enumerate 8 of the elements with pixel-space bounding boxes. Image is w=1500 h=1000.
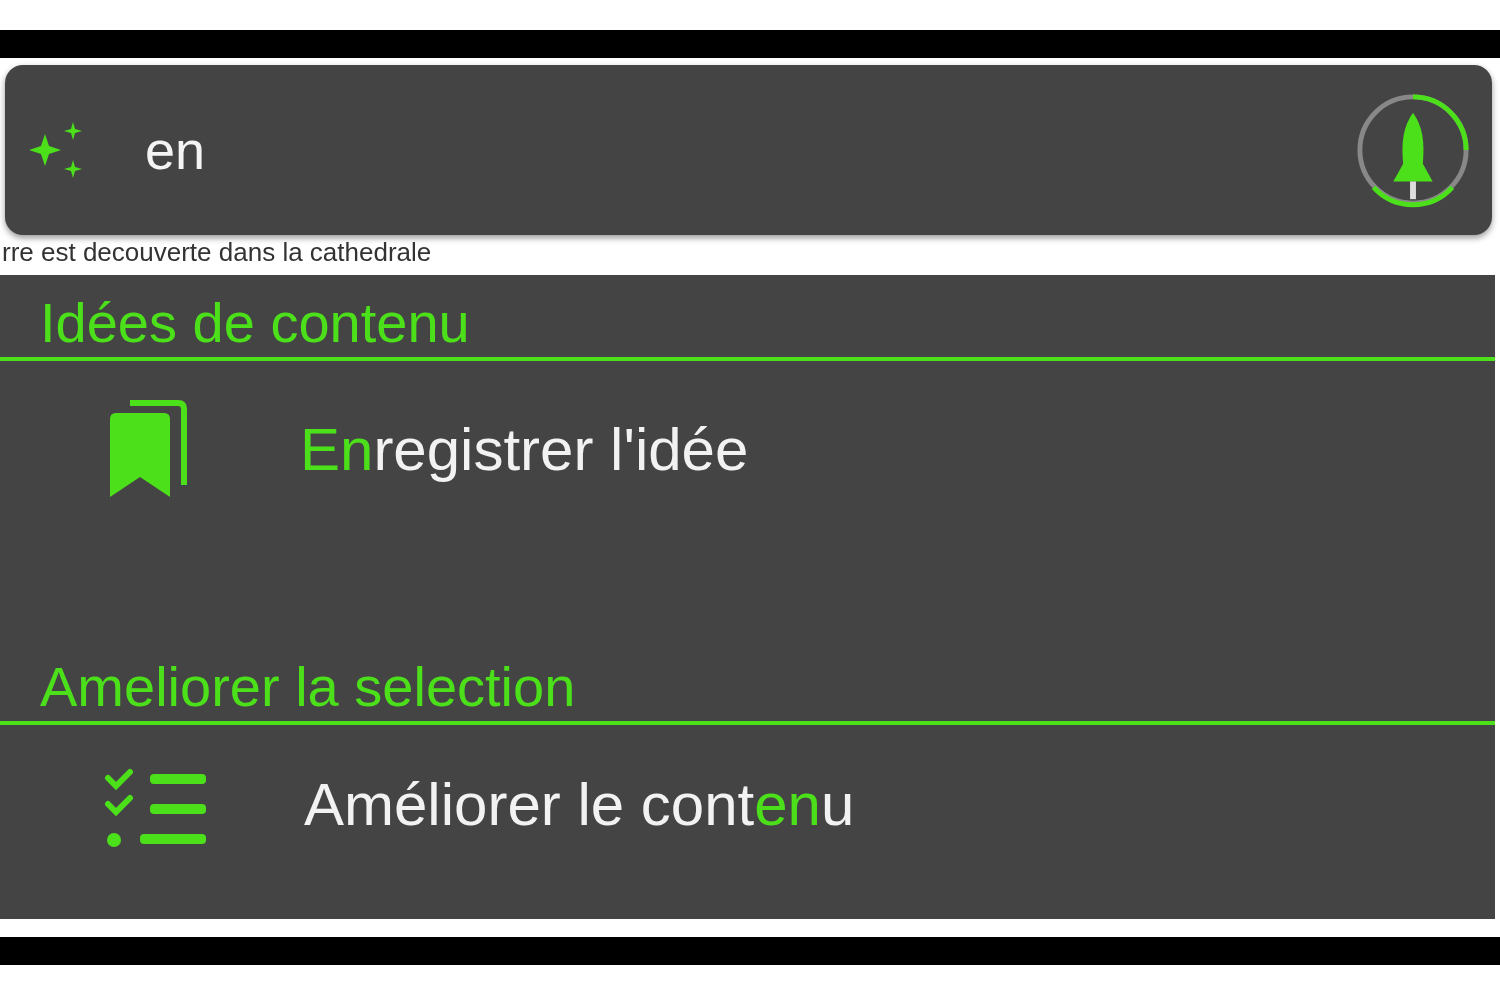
page-text: rre est decouverte dans la cathedrale [2,237,432,267]
menu-item[interactable]: Enregistrer l'idée [0,361,1495,639]
section-heading: Ameliorer la selection [39,654,577,720]
search-bar[interactable]: en [5,65,1492,235]
section-heading: Idées de contenu [39,290,471,356]
search-field[interactable]: en [145,119,1354,181]
rocket-button[interactable] [1354,91,1472,209]
menu-item[interactable]: Améliorer le contenu [0,725,1495,895]
